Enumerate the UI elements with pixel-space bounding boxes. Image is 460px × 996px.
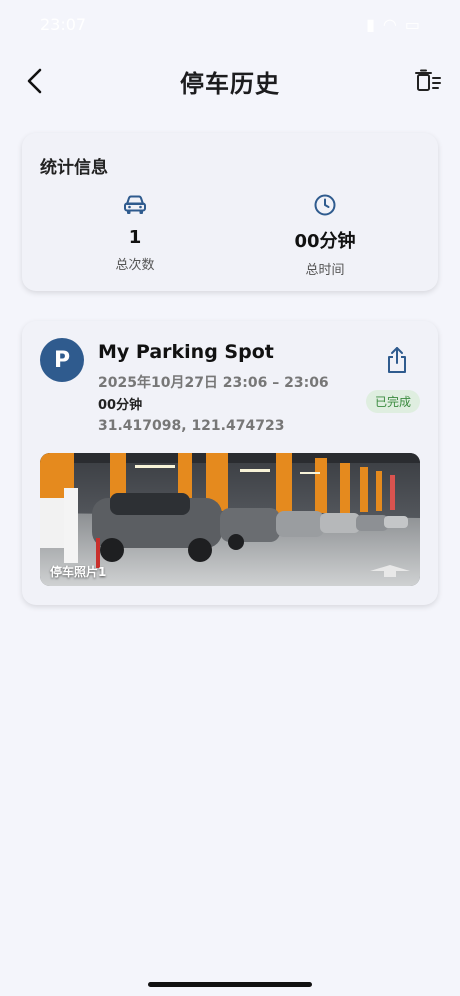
stats-card: 统计信息 1 总次数 00分钟 总时间	[22, 133, 438, 291]
car-icon	[124, 195, 146, 214]
clock-icon	[314, 194, 336, 216]
share-icon	[388, 347, 406, 373]
header: 停车历史	[0, 52, 460, 110]
home-indicator[interactable]	[148, 982, 312, 987]
status-badge: 已完成	[365, 390, 420, 413]
signal-icon: ▮	[366, 14, 375, 34]
battery-icon: ▭	[404, 14, 420, 34]
total-time-value: 00分钟	[294, 231, 356, 252]
status-icons: ▮ ◠ ▭	[366, 15, 420, 34]
record-duration: 00分钟	[98, 398, 143, 413]
stats-title: 统计信息	[40, 158, 108, 178]
parking-photo[interactable]: 停车照片1	[40, 453, 420, 586]
total-count-stat: 1 总次数	[65, 191, 205, 273]
status-bar: 23:07 ▮ ◠ ▭	[0, 0, 460, 48]
record-time-range: 2025年10月27日 23:06 – 23:06	[98, 375, 329, 391]
parking-record-card[interactable]: P My Parking Spot 2025年10月27日 23:06 – 23…	[22, 321, 438, 605]
status-time: 23:07	[40, 14, 87, 34]
record-name: My Parking Spot	[98, 341, 274, 363]
record-coordinates: 31.417098, 121.474723	[98, 418, 285, 434]
total-time-label: 总时间	[305, 263, 345, 278]
photo-label: 停车照片1	[50, 565, 107, 579]
trash-icon	[415, 69, 441, 91]
total-count-value: 1	[128, 227, 142, 248]
delete-all-button[interactable]	[410, 64, 446, 98]
total-time-stat: 00分钟 总时间	[255, 191, 395, 278]
share-button[interactable]	[384, 345, 410, 375]
total-count-label: 总次数	[115, 258, 155, 273]
parking-avatar: P	[40, 338, 84, 382]
wifi-icon: ◠	[382, 14, 397, 34]
page-title: 停车历史	[180, 70, 280, 98]
